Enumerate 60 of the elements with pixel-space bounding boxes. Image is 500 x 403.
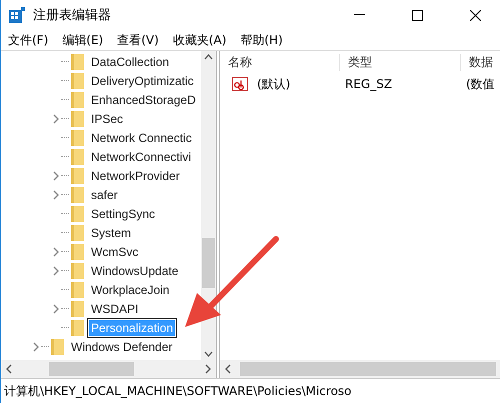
folder-icon	[71, 130, 84, 146]
folder-icon	[71, 168, 84, 184]
folder-icon	[71, 206, 84, 222]
menu-item[interactable]: 帮助(H)	[233, 32, 290, 48]
tree-item[interactable]: IPSec	[89, 110, 126, 126]
folder-icon	[71, 92, 84, 108]
scroll-left-icon[interactable]	[224, 364, 232, 374]
tree-item[interactable]: DeliveryOptimizatic	[89, 72, 196, 88]
menu-item[interactable]: 编辑(E)	[55, 32, 110, 48]
window-title: 注册表编辑器	[33, 7, 112, 24]
tree-item[interactable]: DataCollection	[89, 54, 172, 70]
tree-item[interactable]: EnhancedStorageD	[89, 92, 198, 108]
tree-item[interactable]: WSDAPI	[89, 300, 140, 316]
folder-icon	[71, 54, 84, 70]
folder-icon	[71, 282, 84, 298]
vertical-scrollbar[interactable]	[201, 51, 216, 360]
tree-item[interactable]: WindowsUpdate	[89, 262, 180, 278]
minimize-icon	[354, 14, 364, 16]
horizontal-scrollbar[interactable]	[1, 360, 216, 378]
menu-item[interactable]: 文件(F)	[1, 32, 56, 48]
folder-icon	[71, 300, 84, 316]
scrollbar-thumb[interactable]	[49, 362, 134, 376]
tree-item[interactable]: WcmSvc	[89, 244, 140, 260]
horizontal-scrollbar[interactable]	[220, 360, 500, 378]
scroll-right-icon[interactable]	[204, 364, 212, 374]
folder-icon	[71, 244, 84, 260]
folder-icon	[71, 148, 84, 164]
close-icon	[470, 10, 480, 20]
scrollbar-thumb[interactable]	[240, 362, 496, 376]
tree-item[interactable]: System	[89, 224, 134, 240]
folder-icon	[71, 320, 84, 336]
expand-icon[interactable]	[52, 114, 60, 124]
folder-icon	[51, 338, 64, 354]
table-cell-text: REG_SZ	[344, 77, 394, 91]
folder-icon	[71, 72, 84, 88]
table-cell-text: (数值	[465, 76, 496, 92]
tree-item[interactable]: WorkplaceJoin	[89, 282, 172, 298]
expand-icon[interactable]	[32, 342, 40, 352]
folder-icon	[71, 262, 84, 278]
tree-item[interactable]: NetworkConnectivi	[89, 148, 194, 164]
scrollbar-thumb[interactable]	[202, 238, 215, 288]
tree-item[interactable]: SettingSync	[89, 206, 158, 222]
expand-icon[interactable]	[52, 304, 60, 314]
menu-item[interactable]: 收藏夹(A)	[166, 32, 234, 48]
folder-icon	[71, 186, 84, 202]
folder-icon	[71, 224, 84, 240]
scroll-left-icon[interactable]	[5, 364, 13, 374]
tree-item[interactable]: NetworkProvider	[89, 168, 182, 184]
tree-item[interactable]: Network Connectic	[89, 130, 194, 146]
tree-item[interactable]: safer	[89, 186, 120, 202]
column-header[interactable]: 类型	[339, 54, 460, 70]
value-name[interactable]: (默认)	[251, 76, 290, 92]
menu-item[interactable]: 查看(V)	[110, 32, 166, 48]
status-bar: 计算机\HKEY_LOCAL_MACHINE\SOFTWARE\Policies\Microso	[1, 378, 500, 403]
app-icon	[9, 7, 25, 23]
maximize-icon	[412, 10, 422, 20]
folder-icon	[71, 110, 84, 126]
column-header[interactable]: 数据	[460, 54, 500, 70]
column-header[interactable]: 名称	[220, 54, 339, 70]
tree-item[interactable]: Windows Defender	[69, 338, 174, 354]
